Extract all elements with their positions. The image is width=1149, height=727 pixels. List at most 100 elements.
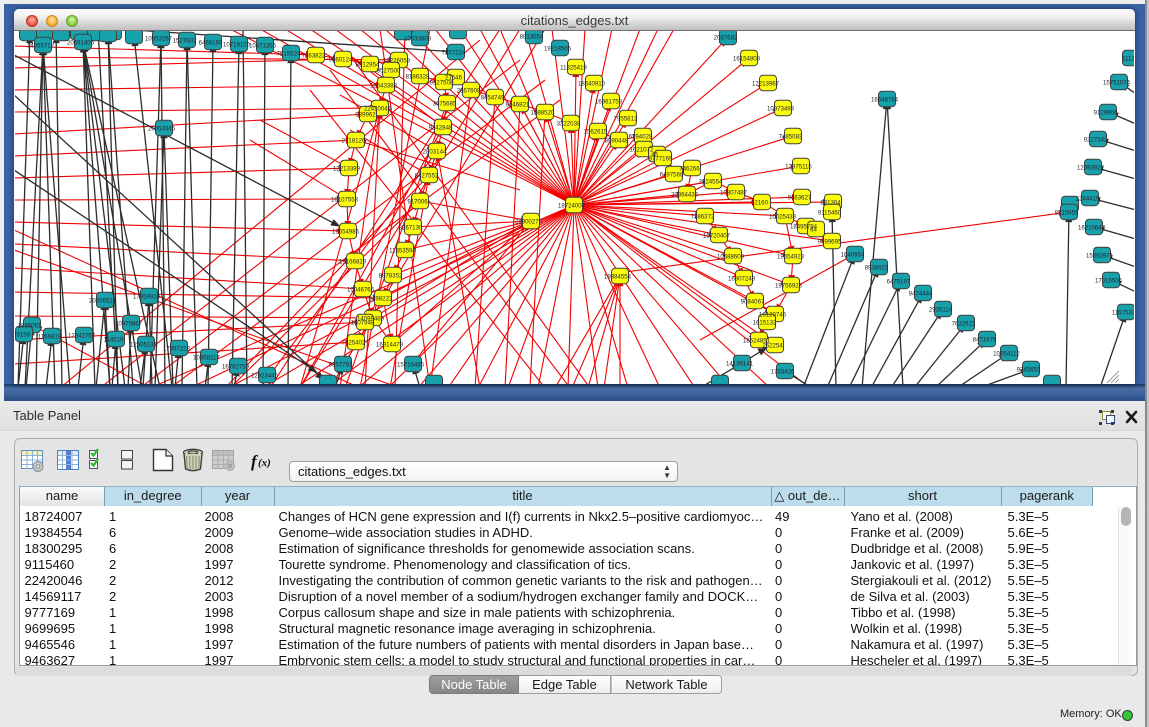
svg-text:1156819: 1156819 <box>38 333 62 340</box>
svg-text:10688609: 10688609 <box>717 253 745 260</box>
svg-text:8813054: 8813054 <box>520 33 544 40</box>
svg-text:2935114: 2935114 <box>929 306 953 313</box>
svg-text:1167533: 1167533 <box>1112 309 1134 316</box>
svg-text:15716485: 15716485 <box>397 361 425 368</box>
svg-text:10807487: 10807487 <box>720 189 748 196</box>
svg-text:12505135: 12505135 <box>130 341 158 348</box>
svg-text:2087682: 2087682 <box>714 34 738 41</box>
svg-text:6466160: 6466160 <box>199 39 223 46</box>
svg-text:9242848: 9242848 <box>429 124 453 131</box>
svg-text:17957223: 17957223 <box>163 345 191 352</box>
svg-text:12923445: 12923445 <box>251 372 279 379</box>
svg-text:19218506: 19218506 <box>544 45 572 52</box>
svg-text:12093822: 12093822 <box>1077 164 1105 171</box>
svg-text:11353594: 11353594 <box>389 247 416 254</box>
svg-text:12975115: 12975115 <box>785 163 812 170</box>
svg-text:12942757: 12942757 <box>68 332 96 339</box>
svg-text:12213967: 12213967 <box>752 80 780 87</box>
svg-text:17016504: 17016504 <box>1095 277 1123 284</box>
svg-text:10654112: 10654112 <box>993 350 1020 357</box>
svg-text:14055712: 14055712 <box>27 42 55 49</box>
svg-text:8878352: 8878352 <box>379 272 403 279</box>
svg-text:16543382: 16543382 <box>370 82 398 89</box>
svg-text:9527508: 9527508 <box>430 79 454 86</box>
svg-text:16154808: 16154808 <box>733 55 761 62</box>
svg-text:5498222: 5498222 <box>369 295 393 302</box>
svg-text:989962: 989962 <box>355 111 376 118</box>
svg-text:64: 64 <box>810 226 817 233</box>
svg-text:10025433: 10025433 <box>769 213 797 220</box>
svg-text:16648784: 16648784 <box>871 96 899 103</box>
svg-text:9699695: 9699695 <box>818 238 842 245</box>
svg-text:8427552: 8427552 <box>415 172 439 179</box>
svg-text:16961758: 16961758 <box>595 98 623 105</box>
svg-text:9245652: 9245652 <box>1017 366 1041 373</box>
svg-text:8990448: 8990448 <box>605 137 629 144</box>
svg-text:20364436: 20364436 <box>671 191 699 198</box>
svg-text:62160: 62160 <box>751 199 769 206</box>
svg-text:1588520: 1588520 <box>531 109 555 116</box>
svg-text:19384554: 19384554 <box>604 273 632 280</box>
svg-text:11325419: 11325419 <box>560 64 587 71</box>
svg-text:8215955: 8215955 <box>1055 209 1079 216</box>
svg-text:15692971: 15692971 <box>1086 252 1114 259</box>
svg-text:9660124: 9660124 <box>329 56 353 63</box>
svg-text:2803144: 2803144 <box>423 148 447 155</box>
svg-text:20053346: 20053346 <box>148 125 176 132</box>
svg-text:8938923: 8938923 <box>865 264 889 271</box>
svg-text:7632621: 7632621 <box>952 320 976 327</box>
svg-text:2867608: 2867608 <box>457 87 481 94</box>
svg-text:(x): (x) <box>258 457 271 469</box>
svg-text:7357224: 7357224 <box>442 49 466 56</box>
svg-text:19654985: 19654985 <box>332 228 360 235</box>
svg-text:9474444: 9474444 <box>909 290 933 297</box>
svg-text:8267130: 8267130 <box>399 224 423 231</box>
svg-text:3675685: 3675685 <box>433 100 457 107</box>
svg-text:3322038: 3322038 <box>557 120 581 127</box>
svg-text:9146821: 9146821 <box>506 101 530 108</box>
svg-text:19654923: 19654923 <box>777 253 805 260</box>
svg-text:8186328: 8186328 <box>406 73 430 80</box>
svg-text:15226058: 15226058 <box>383 57 411 64</box>
svg-text:9527500: 9527500 <box>377 67 401 74</box>
svg-text:9129966: 9129966 <box>1094 109 1118 116</box>
svg-text:6497568: 6497568 <box>660 171 684 178</box>
svg-text:114519: 114519 <box>104 336 124 343</box>
svg-text:1733426: 1733426 <box>771 368 795 375</box>
svg-text:15751074: 15751074 <box>1103 79 1131 86</box>
svg-text:2718126: 2718126 <box>342 137 366 144</box>
svg-text:19756928: 19756928 <box>775 282 803 289</box>
svg-text:17359914: 17359914 <box>133 293 161 300</box>
svg-text:1244419: 1244419 <box>1076 195 1100 202</box>
svg-text:7663822: 7663822 <box>302 52 326 59</box>
svg-text:6479197: 6479197 <box>887 278 911 285</box>
svg-text:1407948: 1407948 <box>351 319 375 326</box>
svg-text:9227342: 9227342 <box>1084 136 1108 143</box>
svg-text:10958117: 10958117 <box>193 354 220 361</box>
svg-text:16914479: 16914479 <box>376 341 404 348</box>
svg-text:10973493: 10973493 <box>767 105 795 112</box>
svg-text:6794028: 6794028 <box>629 133 653 140</box>
svg-text:16107553: 16107553 <box>331 196 359 203</box>
svg-text:10046766: 10046766 <box>347 286 375 293</box>
svg-text:7515524: 7515524 <box>277 50 301 57</box>
svg-text:19166829: 19166829 <box>339 258 367 265</box>
svg-text:7625402: 7625402 <box>342 339 366 346</box>
svg-text:10975867: 10975867 <box>115 320 143 327</box>
svg-text:1835061: 1835061 <box>18 322 42 329</box>
svg-text:15720407: 15720407 <box>703 232 731 239</box>
svg-text:18640910: 18640910 <box>578 80 606 87</box>
svg-text:252254: 252254 <box>762 342 783 349</box>
svg-text:10719155: 10719155 <box>223 41 251 48</box>
svg-text:28900275: 28900275 <box>515 218 543 225</box>
svg-text:1527602: 1527602 <box>173 37 197 44</box>
svg-text:12213389: 12213389 <box>333 165 361 172</box>
svg-text:16210643: 16210643 <box>1078 224 1106 231</box>
svg-text:1112: 1112 <box>1122 55 1134 62</box>
svg-text:1615132: 1615132 <box>753 319 777 326</box>
svg-text:9115460: 9115460 <box>818 209 842 216</box>
svg-text:9084067: 9084067 <box>741 298 765 305</box>
svg-text:20691406: 20691406 <box>67 39 95 46</box>
svg-text:18724007: 18724007 <box>558 202 586 209</box>
svg-text:16782759: 16782759 <box>222 363 250 370</box>
